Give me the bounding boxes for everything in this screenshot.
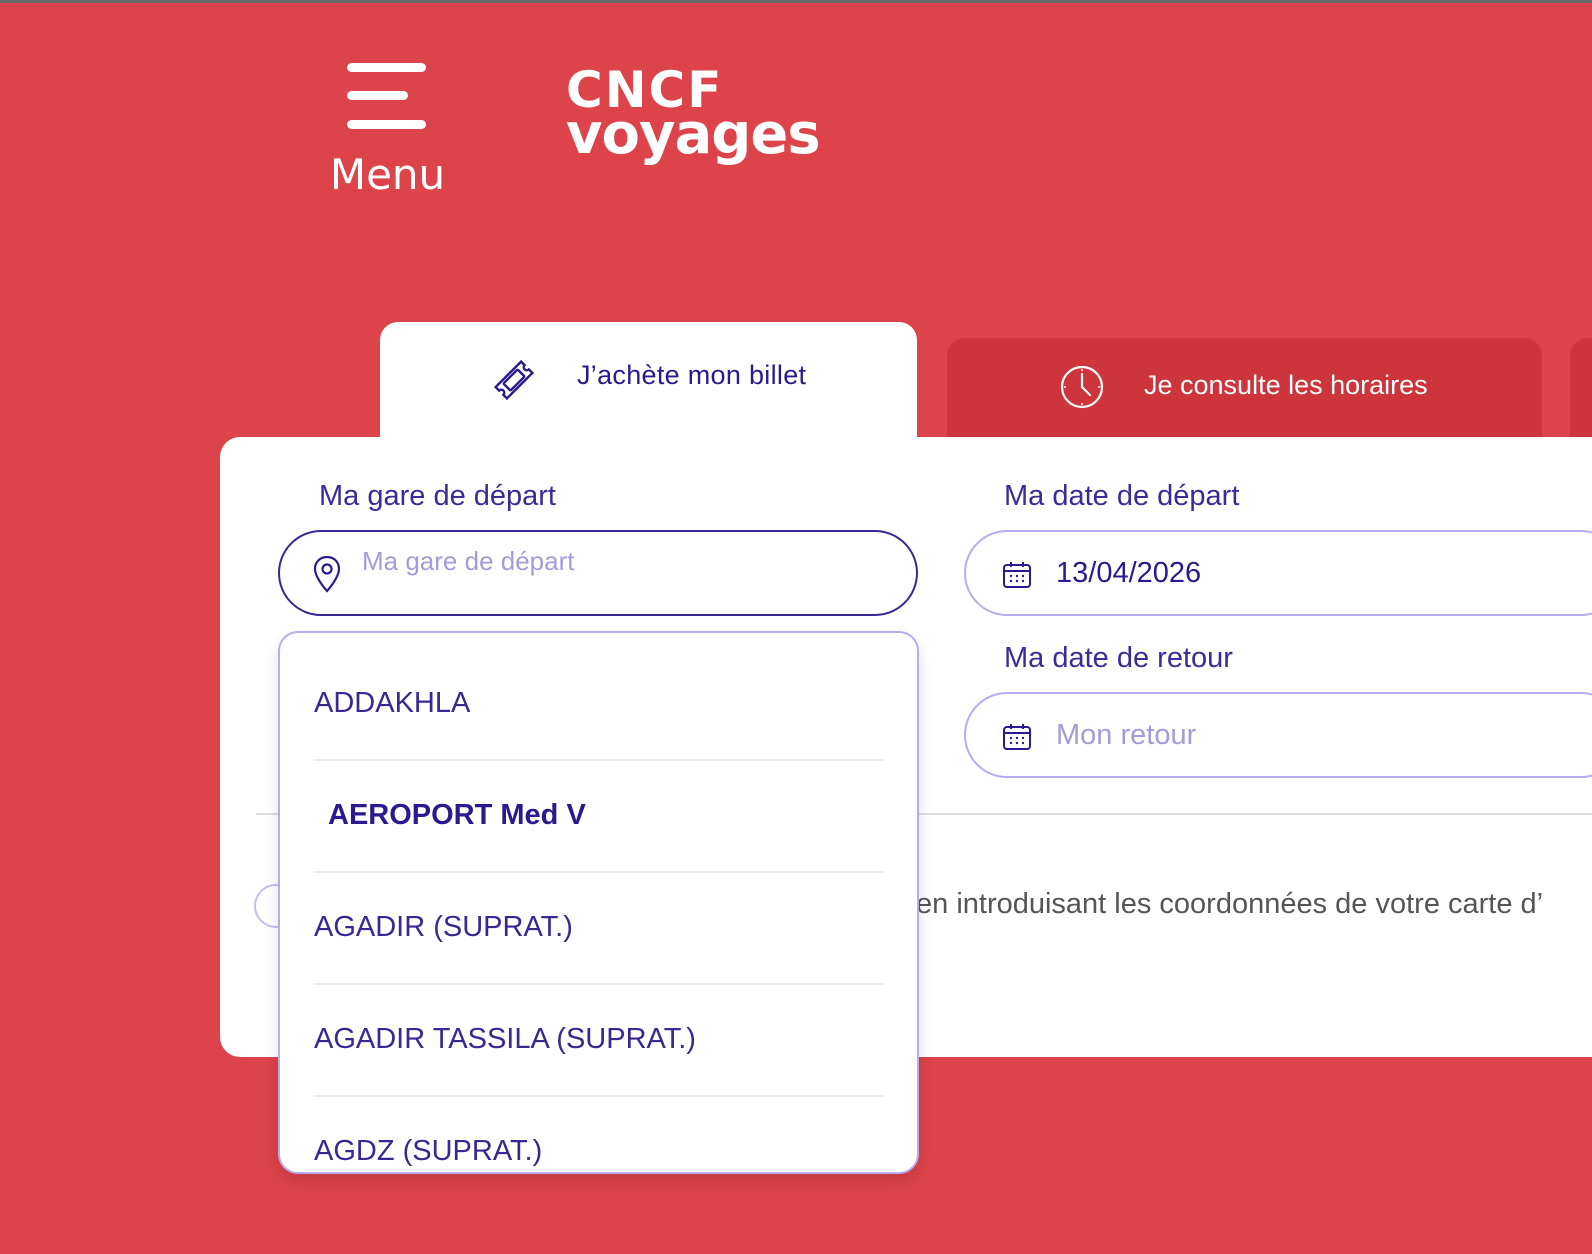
return-date-label: Ma date de retour [1004, 642, 1233, 674]
tab-timetables[interactable]: Je consulte les horaires [947, 338, 1542, 440]
departure-station-label: Ma gare de départ [319, 480, 556, 512]
ticket-icon [490, 356, 538, 408]
tab-buy-ticket-label: J’achète mon billet [577, 360, 807, 390]
top-border [0, 0, 1592, 3]
dropdown-item-label: AEROPORT Med V [328, 799, 586, 831]
calendar-icon [1002, 722, 1032, 756]
calendar-icon [1002, 560, 1032, 594]
oncf-voyages-logo[interactable]: CNCF voyages [566, 65, 821, 167]
station-dropdown[interactable]: ADDAKHLA AEROPORT Med V AGADIR (SUPRAT.)… [278, 631, 919, 1174]
menu-button[interactable]: Menu [325, 58, 450, 208]
dropdown-item-highlighted[interactable]: AEROPORT Med V [314, 761, 884, 873]
dropdown-item[interactable]: AGDZ (SUPRAT.) [314, 1097, 884, 1172]
dropdown-item[interactable]: AGADIR TASSILA (SUPRAT.) [314, 985, 884, 1097]
dropdown-item[interactable]: AGADIR (SUPRAT.) [314, 873, 884, 985]
dropdown-item-label: ADDAKHLA [314, 687, 471, 719]
departure-date-label: Ma date de départ [1004, 480, 1240, 512]
tab-buy-ticket[interactable]: J’achète mon billet [380, 322, 917, 440]
departure-date-value: 13/04/2026 [1056, 557, 1202, 589]
location-pin-icon [312, 554, 342, 598]
dropdown-item-label: AGADIR (SUPRAT.) [314, 911, 573, 943]
departure-station-input[interactable] [360, 542, 884, 580]
menu-label: Menu [329, 150, 446, 199]
return-date-placeholder: Mon retour [1056, 719, 1197, 751]
logo-line-2: voyages [566, 102, 821, 167]
dropdown-item-label: AGDZ (SUPRAT.) [314, 1135, 543, 1167]
clock-icon [1059, 364, 1105, 414]
dropdown-item[interactable]: ADDAKHLA [314, 649, 884, 761]
tab-timetables-label: Je consulte les horaires [1144, 370, 1428, 400]
departure-station-field[interactable] [278, 530, 918, 616]
departure-date-field[interactable]: 13/04/2026 [964, 530, 1592, 616]
return-date-field[interactable]: Mon retour [964, 692, 1592, 778]
dropdown-item-label: AGADIR TASSILA (SUPRAT.) [314, 1023, 696, 1055]
tab-partial-edge[interactable] [1570, 338, 1592, 440]
info-text: en introduisant les coordonnées de votre… [916, 888, 1544, 920]
